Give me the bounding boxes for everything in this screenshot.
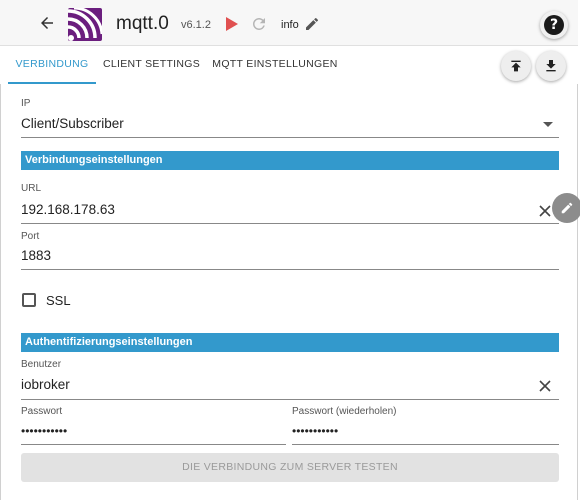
url-input[interactable]: 192.168.178.63 bbox=[21, 202, 115, 217]
password-label: Passwort bbox=[21, 406, 63, 417]
section-connection-header: Verbindungseinstellungen bbox=[21, 151, 559, 170]
edit-pencil-icon bbox=[561, 202, 573, 214]
ip-select-value[interactable]: Client/Subscriber bbox=[21, 116, 124, 131]
tab-client-settings[interactable]: CLIENT SETTINGS bbox=[100, 46, 203, 84]
ssl-label: SSL bbox=[46, 293, 71, 308]
user-input[interactable]: iobroker bbox=[21, 377, 70, 392]
port-input[interactable]: 1883 bbox=[21, 248, 51, 263]
user-underline bbox=[21, 399, 559, 400]
dropdown-arrow-icon[interactable] bbox=[543, 122, 553, 127]
help-icon: ? bbox=[544, 15, 564, 35]
ssl-checkbox[interactable] bbox=[22, 293, 36, 307]
back-arrow-icon bbox=[41, 17, 53, 29]
clear-icon[interactable] bbox=[538, 379, 552, 393]
upload-button[interactable] bbox=[501, 51, 531, 81]
url-label: URL bbox=[21, 183, 42, 194]
side-edit-button[interactable] bbox=[552, 193, 580, 223]
upload-icon bbox=[511, 60, 521, 72]
test-connection-button[interactable]: DIE VERBINDUNG ZUM SERVER TESTEN bbox=[21, 453, 559, 482]
url-underline bbox=[21, 223, 559, 224]
download-icon bbox=[546, 60, 556, 72]
port-label: Port bbox=[21, 231, 40, 242]
active-tab-indicator bbox=[8, 82, 96, 84]
user-label: Benutzer bbox=[21, 359, 62, 370]
play-icon[interactable] bbox=[226, 17, 238, 31]
section-auth-header: Authentifizierungseinstellungen bbox=[21, 333, 559, 352]
ip-underline bbox=[21, 137, 559, 138]
info-label: info bbox=[281, 19, 299, 31]
adapter-version: v6.1.2 bbox=[181, 19, 211, 31]
clear-icon[interactable] bbox=[538, 204, 552, 218]
password-input[interactable]: ••••••••••• bbox=[21, 424, 67, 438]
password-repeat-underline bbox=[292, 444, 559, 445]
ip-label: IP bbox=[21, 98, 31, 109]
edit-pencil-icon[interactable] bbox=[304, 16, 320, 32]
header-bar: mqtt.0 v6.1.2 info ? bbox=[0, 0, 578, 46]
tab-mqtt-einstellungen[interactable]: MQTT EINSTELLUNGEN bbox=[210, 46, 340, 84]
tab-verbindung[interactable]: VERBINDUNG bbox=[8, 46, 96, 84]
password-underline bbox=[21, 444, 286, 445]
password-repeat-input[interactable]: ••••••••••• bbox=[292, 424, 338, 438]
download-button[interactable] bbox=[536, 51, 566, 81]
mqtt-logo-icon bbox=[68, 8, 102, 41]
port-underline bbox=[21, 269, 559, 270]
help-button[interactable]: ? bbox=[540, 11, 568, 39]
password-repeat-label: Passwort (wiederholen) bbox=[292, 406, 397, 417]
back-button[interactable] bbox=[34, 10, 60, 36]
tab-bar: VERBINDUNG CLIENT SETTINGS MQTT EINSTELL… bbox=[0, 46, 578, 84]
adapter-title: mqtt.0 bbox=[116, 13, 169, 34]
reload-icon[interactable] bbox=[250, 15, 268, 33]
